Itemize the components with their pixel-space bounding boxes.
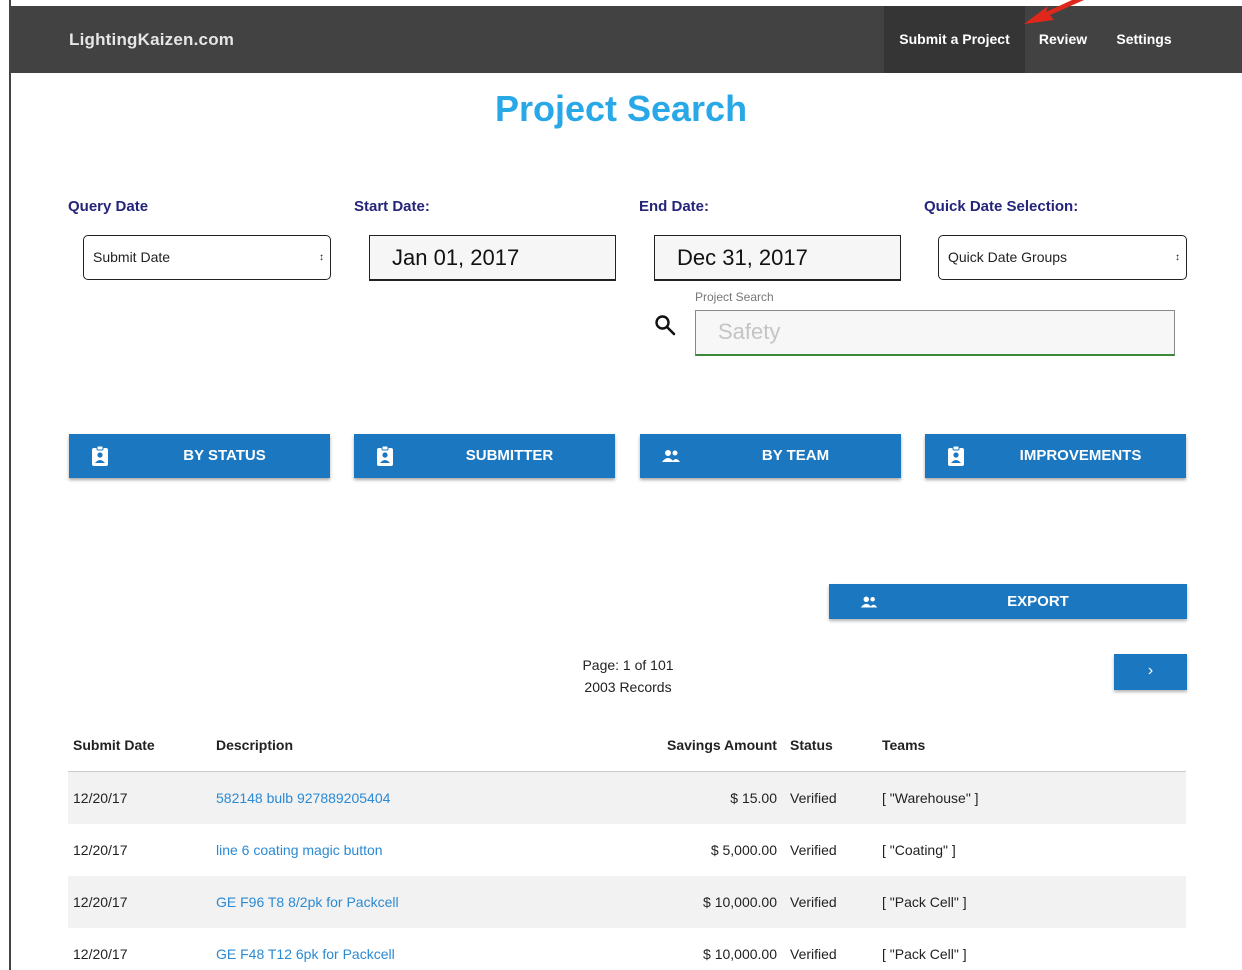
table-row[interactable]: 12/20/17 GE F48 T12 6pk for Packcell $ 1…: [68, 928, 1186, 970]
by-team-button[interactable]: BY TEAM: [640, 434, 901, 478]
improvements-label: IMPROVEMENTS: [1019, 447, 1142, 464]
project-search-input[interactable]: Safety: [695, 310, 1175, 356]
quick-date-select-value: Quick Date Groups: [948, 249, 1068, 265]
cell-teams: [ "Warehouse" ]: [882, 790, 979, 806]
query-date-label: Query Date: [68, 198, 149, 215]
table-row[interactable]: 12/20/17 line 6 coating magic button $ 5…: [68, 824, 1186, 876]
query-date-select[interactable]: Submit Date ↕: [83, 235, 331, 280]
cell-status: Verified: [790, 842, 837, 858]
quick-date-select[interactable]: Quick Date Groups ↕: [938, 235, 1187, 280]
col-status[interactable]: Status: [790, 737, 833, 753]
cell-date: 12/20/17: [73, 790, 128, 806]
table-header: Submit Date Description Savings Amount S…: [68, 726, 1186, 772]
cell-teams: [ "Coating" ]: [882, 842, 956, 858]
next-page-button[interactable]: ›: [1114, 654, 1187, 690]
col-savings-amount[interactable]: Savings Amount: [667, 737, 777, 753]
results-table: Submit Date Description Savings Amount S…: [68, 726, 1186, 970]
col-teams[interactable]: Teams: [882, 737, 925, 753]
end-date-input[interactable]: Dec 31, 2017: [654, 235, 901, 281]
cell-amount: $ 10,000.00: [703, 894, 777, 910]
table-row[interactable]: 12/20/17 582148 bulb 927889205404 $ 15.0…: [68, 772, 1186, 824]
nav-settings[interactable]: Settings: [1101, 6, 1187, 73]
window-border: [9, 0, 11, 970]
badge-icon: [92, 445, 108, 466]
group-icon: [860, 596, 878, 608]
annotation-arrow-icon: [1024, 0, 1084, 24]
page-indicator: Page: 1 of 101: [582, 657, 674, 673]
badge-icon: [948, 445, 964, 466]
badge-icon: [377, 445, 393, 466]
table-row[interactable]: 12/20/17 GE F96 T8 8/2pk for Packcell $ …: [68, 876, 1186, 928]
improvements-button[interactable]: IMPROVEMENTS: [925, 434, 1186, 478]
cell-status: Verified: [790, 946, 837, 962]
cell-date: 12/20/17: [73, 946, 128, 962]
records-count: 2003 Records: [584, 679, 672, 695]
quick-date-label: Quick Date Selection:: [924, 198, 1079, 215]
col-description[interactable]: Description: [216, 737, 293, 753]
submitter-button[interactable]: SUBMITTER: [354, 434, 615, 478]
group-icon: [662, 450, 680, 462]
cell-description-link[interactable]: line 6 coating magic button: [216, 824, 383, 876]
by-status-label: BY STATUS: [183, 447, 266, 464]
start-date-label: Start Date:: [354, 198, 430, 215]
start-date-input[interactable]: Jan 01, 2017: [369, 235, 616, 281]
cell-date: 12/20/17: [73, 842, 128, 858]
cell-teams: [ "Pack Cell" ]: [882, 894, 967, 910]
project-search-label: Project Search: [695, 290, 774, 304]
search-icon: [655, 315, 676, 336]
cell-status: Verified: [790, 894, 837, 910]
query-date-select-value: Submit Date: [93, 249, 171, 265]
cell-amount: $ 15.00: [730, 790, 777, 806]
cell-description-link[interactable]: GE F48 T12 6pk for Packcell: [216, 928, 395, 970]
cell-date: 12/20/17: [73, 894, 128, 910]
page-title: Project Search: [494, 88, 748, 129]
by-status-button[interactable]: BY STATUS: [69, 434, 330, 478]
select-caret-icon: ↕: [319, 252, 324, 263]
cell-teams: [ "Pack Cell" ]: [882, 946, 967, 962]
select-caret-icon: ↕: [1175, 252, 1180, 263]
cell-amount: $ 10,000.00: [703, 946, 777, 962]
cell-description-link[interactable]: GE F96 T8 8/2pk for Packcell: [216, 876, 399, 928]
end-date-label: End Date:: [639, 198, 710, 215]
cell-amount: $ 5,000.00: [710, 842, 777, 858]
cell-status: Verified: [790, 790, 837, 806]
by-team-label: BY TEAM: [761, 447, 830, 464]
nav-submit-project[interactable]: Submit a Project: [884, 6, 1025, 73]
col-submit-date[interactable]: Submit Date: [73, 737, 155, 753]
export-label: EXPORT: [1007, 593, 1069, 610]
submitter-label: SUBMITTER: [465, 447, 554, 464]
chevron-right-icon: ›: [1147, 662, 1154, 679]
brand-link[interactable]: LightingKaizen.com: [69, 30, 234, 50]
cell-description-link[interactable]: 582148 bulb 927889205404: [216, 772, 390, 824]
export-button[interactable]: EXPORT: [829, 584, 1187, 619]
